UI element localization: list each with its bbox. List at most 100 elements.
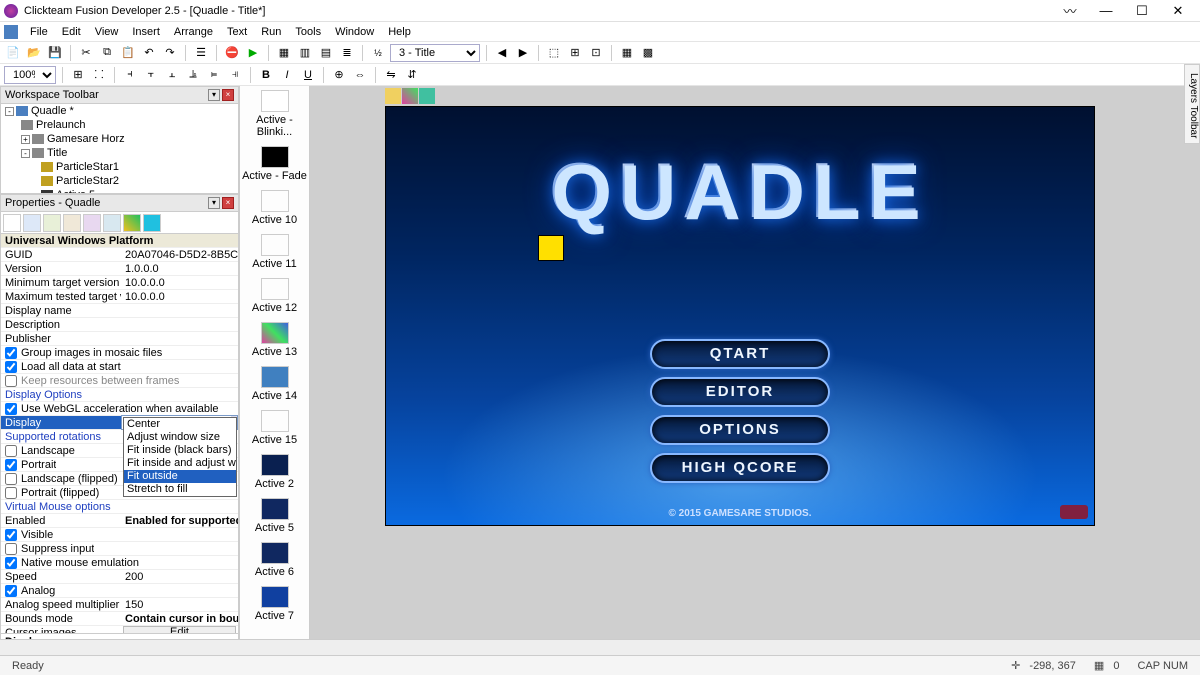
copy-icon[interactable]: ⧉ xyxy=(98,44,116,62)
pin-icon[interactable]: ▾ xyxy=(208,197,220,209)
prop-checkbox[interactable] xyxy=(5,403,17,415)
maximize-button[interactable]: ☐ xyxy=(1124,3,1160,19)
prop-value[interactable]: 10.0.0.0 xyxy=(121,277,238,289)
pin-icon[interactable]: ▾ xyxy=(208,89,220,101)
object-item[interactable]: Active 13 xyxy=(240,318,309,362)
frame-editor-icon[interactable]: ▥ xyxy=(296,44,314,62)
dropdown-item[interactable]: Center xyxy=(124,418,236,431)
prop-checkbox[interactable] xyxy=(5,347,17,359)
prop-checkbox[interactable] xyxy=(5,557,17,569)
menu-view[interactable]: View xyxy=(89,24,125,40)
prop-value[interactable]: 20A07046-D5D2-8B5C-2E6C-607C xyxy=(121,249,238,261)
prop-checkbox[interactable] xyxy=(5,459,17,471)
prev-frame-icon[interactable]: ◀ xyxy=(493,44,511,62)
tree-item[interactable]: Gamesare Horz xyxy=(47,133,125,145)
align-mid-icon[interactable]: ⫢ xyxy=(205,66,223,84)
prop-checkbox[interactable] xyxy=(5,361,17,373)
center-obj-icon[interactable]: ⊕ xyxy=(330,66,348,84)
expand-icon[interactable]: + xyxy=(21,135,30,144)
flip-v-icon[interactable]: ⇵ xyxy=(403,66,421,84)
collapse-icon[interactable]: - xyxy=(21,149,30,158)
menu-run[interactable]: Run xyxy=(255,24,287,40)
tree-item[interactable]: ParticleStar2 xyxy=(56,175,119,187)
event-editor-icon[interactable]: ▤ xyxy=(317,44,335,62)
prop-checkbox[interactable] xyxy=(5,487,17,499)
prop-value[interactable]: Contain cursor in bounds xyxy=(121,613,238,625)
prop-value[interactable]: 200 xyxy=(121,571,238,583)
cut-icon[interactable]: ✂ xyxy=(77,44,95,62)
tree-item[interactable]: ParticleStar1 xyxy=(56,161,119,173)
layers-toolbar-tab[interactable]: Layers Toolbar xyxy=(1184,64,1200,144)
prop-value[interactable]: Enabled for supported devices xyxy=(121,515,238,527)
project-tree[interactable]: -Quadle * Prelaunch +Gamesare Horz -Titl… xyxy=(0,104,239,194)
tab-android-icon[interactable] xyxy=(123,214,141,232)
dropdown-item-selected[interactable]: Fit outside xyxy=(124,470,236,483)
object-item[interactable]: Active 10 xyxy=(240,186,309,230)
scrollbar[interactable] xyxy=(0,639,240,655)
object-item[interactable]: Active 14 xyxy=(240,362,309,406)
tab-window-icon[interactable] xyxy=(23,214,41,232)
active-icon[interactable] xyxy=(402,88,418,104)
menu-window[interactable]: Window xyxy=(329,24,380,40)
object-item[interactable]: Active 15 xyxy=(240,406,309,450)
tab-uwp-icon[interactable] xyxy=(143,214,161,232)
close-pane-icon[interactable]: × xyxy=(222,197,234,209)
tab-events-icon[interactable] xyxy=(83,214,101,232)
frame-editor-canvas[interactable]: QUADLE QTART EDITOR OPTIONS HIGH QCORE ©… xyxy=(310,86,1200,674)
storyboard-icon[interactable]: ▦ xyxy=(275,44,293,62)
stop-icon[interactable]: ⛔ xyxy=(223,44,241,62)
prop-value[interactable]: 1.0.0.0 xyxy=(121,263,238,275)
zoom-select[interactable]: 100% xyxy=(4,66,56,84)
game-options-button[interactable]: OPTIONS xyxy=(650,415,830,445)
prop-checkbox[interactable] xyxy=(5,529,17,541)
game-highscore-button[interactable]: HIGH QCORE xyxy=(650,453,830,483)
menu-app-icon[interactable] xyxy=(4,25,18,39)
object-item[interactable]: Active 5 xyxy=(240,494,309,538)
tab-settings-icon[interactable] xyxy=(3,214,21,232)
prop-value[interactable]: 10.0.0.0 xyxy=(121,291,238,303)
menu-arrange[interactable]: Arrange xyxy=(168,24,219,40)
object-item[interactable]: Active 12 xyxy=(240,274,309,318)
new-icon[interactable]: 📄 xyxy=(4,44,22,62)
dropdown-item[interactable]: Adjust window size xyxy=(124,431,236,444)
tree-root[interactable]: Quadle * xyxy=(31,105,74,117)
menu-tools[interactable]: Tools xyxy=(289,24,327,40)
menu-insert[interactable]: Insert xyxy=(126,24,166,40)
prop-value[interactable]: 150 xyxy=(121,599,238,611)
menu-edit[interactable]: Edit xyxy=(56,24,87,40)
align-left-icon[interactable]: ⫞ xyxy=(121,66,139,84)
dropdown-item[interactable]: Stretch to fill xyxy=(124,483,236,496)
collapse-icon[interactable]: - xyxy=(5,107,14,116)
redo-icon[interactable]: ↷ xyxy=(161,44,179,62)
object-item[interactable]: Active 7 xyxy=(240,582,309,626)
prop-checkbox[interactable] xyxy=(5,445,17,457)
object-list[interactable]: Active - Blinki... Active - Fade Active … xyxy=(240,86,310,674)
game-start-button[interactable]: QTART xyxy=(650,339,830,369)
spread-icon[interactable]: ⇔ xyxy=(351,66,369,84)
game-frame[interactable]: QUADLE QTART EDITOR OPTIONS HIGH QCORE ©… xyxy=(385,106,1095,526)
prop-checkbox[interactable] xyxy=(5,585,17,597)
undo-icon[interactable]: ↶ xyxy=(140,44,158,62)
property-grid[interactable]: Universal Windows Platform GUID20A07046-… xyxy=(0,234,239,634)
scrollbar[interactable] xyxy=(240,639,310,655)
paste-icon[interactable]: 📋 xyxy=(119,44,137,62)
underline-icon[interactable]: U xyxy=(299,66,317,84)
object-item[interactable]: Active 11 xyxy=(240,230,309,274)
align-bot-icon[interactable]: ⫣ xyxy=(226,66,244,84)
object-item[interactable]: Active - Blinki... xyxy=(240,86,309,142)
squiggle-icon[interactable]: 〰 xyxy=(1052,1,1088,20)
tool-d-icon[interactable]: ▦ xyxy=(618,44,636,62)
ini-icon[interactable] xyxy=(385,88,401,104)
scrollbar[interactable] xyxy=(310,639,1200,655)
object-item[interactable]: Active 2 xyxy=(240,450,309,494)
close-pane-icon[interactable]: × xyxy=(222,89,234,101)
event-list-icon[interactable]: ≣ xyxy=(338,44,356,62)
align-right-icon[interactable]: ⫠ xyxy=(163,66,181,84)
prop-checkbox[interactable] xyxy=(5,473,17,485)
prop-checkbox[interactable] xyxy=(5,543,17,555)
snap-icon[interactable]: ⸬ xyxy=(90,66,108,84)
flip-h-icon[interactable]: ⇋ xyxy=(382,66,400,84)
tool-b-icon[interactable]: ⊞ xyxy=(566,44,584,62)
display-dropdown[interactable]: Center Adjust window size Fit inside (bl… xyxy=(123,417,237,497)
tree-item[interactable]: Prelaunch xyxy=(36,119,86,131)
